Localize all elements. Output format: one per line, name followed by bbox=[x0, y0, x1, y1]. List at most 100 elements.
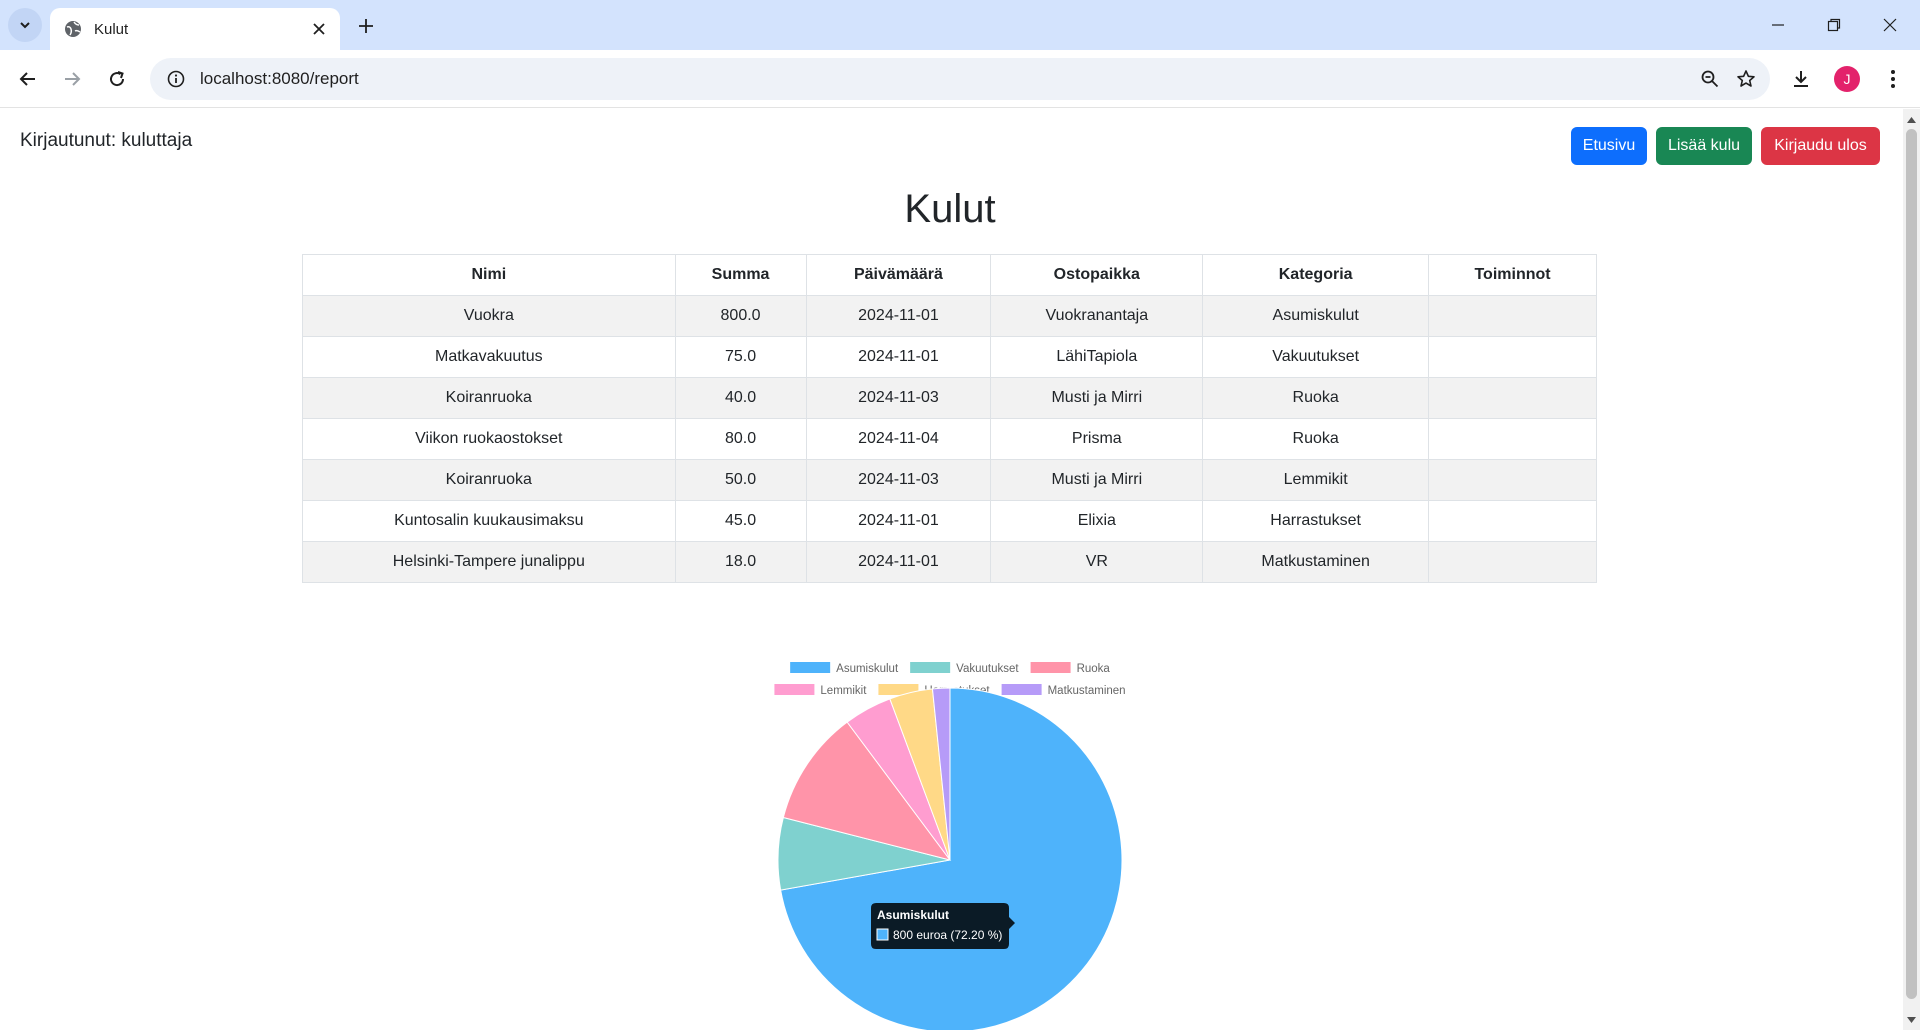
pie-chart-svg: AsumiskulutVakuutuksetRuokaLemmikitHarra… bbox=[774, 662, 1126, 1030]
legend-swatch[interactable] bbox=[910, 662, 951, 673]
column-header-date: Päivämäärä bbox=[805, 254, 992, 296]
scrollbar-thumb[interactable] bbox=[1906, 129, 1917, 999]
legend-swatch[interactable] bbox=[774, 684, 815, 695]
address-bar[interactable]: localhost:8080/report bbox=[150, 58, 1770, 100]
cell-store: Elixia bbox=[990, 500, 1204, 542]
cell-amount: 80.0 bbox=[674, 418, 807, 460]
legend-label[interactable]: Lemmikit bbox=[820, 685, 867, 697]
login-status: Kirjautunut: kuluttaja bbox=[20, 130, 193, 151]
table-row: Matkavakuutus 75.0 2024-11-01 LähiTapiol… bbox=[302, 336, 1597, 378]
page-title: Kulut bbox=[904, 187, 996, 231]
tab-close-icon[interactable] bbox=[308, 18, 330, 40]
expense-pie-chart[interactable]: AsumiskulutVakuutuksetRuokaLemmikitHarra… bbox=[740, 639, 1160, 1030]
scroll-down-arrow-icon[interactable] bbox=[1903, 1011, 1920, 1028]
chart-tooltip: Asumiskulut 800 euroa (72.20 %) bbox=[871, 903, 1015, 949]
close-icon bbox=[1883, 18, 1897, 32]
browser-tab-bar: Kulut bbox=[0, 0, 1920, 50]
back-button[interactable] bbox=[10, 61, 46, 97]
cell-date: 2024-11-01 bbox=[805, 541, 992, 583]
legend-swatch[interactable] bbox=[790, 662, 831, 673]
cell-name: Koiranruoka bbox=[302, 459, 676, 501]
add-expense-button[interactable]: Lisää kulu bbox=[1656, 127, 1752, 165]
arrow-left-icon bbox=[19, 72, 35, 86]
downloads-button[interactable] bbox=[1783, 61, 1819, 97]
table-row: Koiranruoka 40.0 2024-11-03 Musti ja Mir… bbox=[302, 377, 1597, 419]
table-row: Kuntosalin kuukausimaksu 45.0 2024-11-01… bbox=[302, 500, 1597, 542]
cell-amount: 75.0 bbox=[674, 336, 807, 378]
arrow-right-icon bbox=[65, 72, 81, 86]
pie-slices bbox=[777, 687, 1123, 1030]
cell-store: Prisma bbox=[990, 418, 1204, 460]
column-header-actions: Toiminnot bbox=[1428, 254, 1597, 296]
page-scrollbar[interactable] bbox=[1903, 109, 1920, 1030]
cell-category: Vakuutukset bbox=[1202, 336, 1430, 378]
table-row: Vuokra 800.0 2024-11-01 Vuokranantaja As… bbox=[302, 295, 1597, 337]
table-header-row: Nimi Summa Päivämäärä Ostopaikka Kategor… bbox=[302, 254, 1597, 296]
logout-button[interactable]: Kirjaudu ulos bbox=[1761, 127, 1880, 165]
cell-date: 2024-11-01 bbox=[805, 295, 992, 337]
cell-store: VR bbox=[990, 541, 1204, 583]
column-header-category: Kategoria bbox=[1202, 254, 1430, 296]
cell-amount: 50.0 bbox=[674, 459, 807, 501]
cell-actions bbox=[1428, 418, 1597, 460]
cell-name: Viikon ruokaostokset bbox=[302, 418, 676, 460]
globe-icon bbox=[64, 20, 82, 38]
close-window-button[interactable] bbox=[1862, 0, 1918, 50]
cell-store: Musti ja Mirri bbox=[990, 459, 1204, 501]
column-header-name: Nimi bbox=[302, 254, 676, 296]
forward-button[interactable] bbox=[54, 61, 90, 97]
table-row: Koiranruoka 50.0 2024-11-03 Musti ja Mir… bbox=[302, 459, 1597, 501]
cell-date: 2024-11-04 bbox=[805, 418, 992, 460]
chevron-down-icon bbox=[20, 22, 30, 29]
scroll-up-arrow-icon[interactable] bbox=[1903, 111, 1920, 128]
tooltip-title: Asumiskulut bbox=[877, 908, 949, 922]
tab-search-button[interactable] bbox=[8, 8, 42, 42]
reload-icon bbox=[110, 71, 125, 87]
legend-swatch[interactable] bbox=[1001, 684, 1042, 695]
browser-tab[interactable]: Kulut bbox=[50, 8, 340, 50]
cell-name: Matkavakuutus bbox=[302, 336, 676, 378]
zoom-icon[interactable] bbox=[1692, 61, 1728, 97]
cell-amount: 40.0 bbox=[674, 377, 807, 419]
restore-button[interactable] bbox=[1806, 0, 1862, 50]
cell-date: 2024-11-03 bbox=[805, 377, 992, 419]
table-row: Viikon ruokaostokset 80.0 2024-11-04 Pri… bbox=[302, 418, 1597, 460]
cell-store: Musti ja Mirri bbox=[990, 377, 1204, 419]
cell-actions bbox=[1428, 541, 1597, 583]
cell-category: Ruoka bbox=[1202, 418, 1430, 460]
url-text: localhost:8080/report bbox=[200, 69, 359, 88]
cell-actions bbox=[1428, 295, 1597, 337]
cell-category: Harrastukset bbox=[1202, 500, 1430, 542]
cell-name: Vuokra bbox=[302, 295, 676, 337]
bookmark-star-icon[interactable] bbox=[1728, 61, 1764, 97]
legend-label[interactable]: Ruoka bbox=[1077, 663, 1111, 675]
cell-store: LähiTapiola bbox=[990, 336, 1204, 378]
page-viewport: Kirjautunut: kuluttaja Etusivu Lisää kul… bbox=[0, 109, 1920, 1030]
cell-category: Matkustaminen bbox=[1202, 541, 1430, 583]
browser-menu-button[interactable] bbox=[1875, 61, 1911, 97]
download-icon bbox=[1794, 71, 1808, 87]
legend-swatch[interactable] bbox=[1030, 662, 1071, 673]
cell-category: Asumiskulut bbox=[1202, 295, 1430, 337]
avatar: J bbox=[1834, 66, 1860, 92]
home-button[interactable]: Etusivu bbox=[1571, 127, 1647, 165]
new-tab-button[interactable] bbox=[350, 10, 382, 42]
legend-label[interactable]: Vakuutukset bbox=[956, 663, 1019, 675]
profile-button[interactable]: J bbox=[1829, 61, 1865, 97]
legend-label[interactable]: Asumiskulut bbox=[836, 663, 899, 675]
restore-icon bbox=[1827, 18, 1841, 32]
table-row: Helsinki-Tampere junalippu 18.0 2024-11-… bbox=[302, 541, 1597, 583]
reload-button[interactable] bbox=[99, 61, 135, 97]
cell-name: Koiranruoka bbox=[302, 377, 676, 419]
cell-category: Lemmikit bbox=[1202, 459, 1430, 501]
cell-actions bbox=[1428, 500, 1597, 542]
minimize-button[interactable] bbox=[1750, 0, 1806, 50]
cell-date: 2024-11-01 bbox=[805, 500, 992, 542]
column-header-amount: Summa bbox=[674, 254, 807, 296]
cell-store: Vuokranantaja bbox=[990, 295, 1204, 337]
plus-icon bbox=[359, 19, 373, 33]
cell-date: 2024-11-01 bbox=[805, 336, 992, 378]
legend-label[interactable]: Matkustaminen bbox=[1048, 685, 1126, 697]
site-info-icon[interactable] bbox=[164, 67, 188, 91]
cell-name: Kuntosalin kuukausimaksu bbox=[302, 500, 676, 542]
